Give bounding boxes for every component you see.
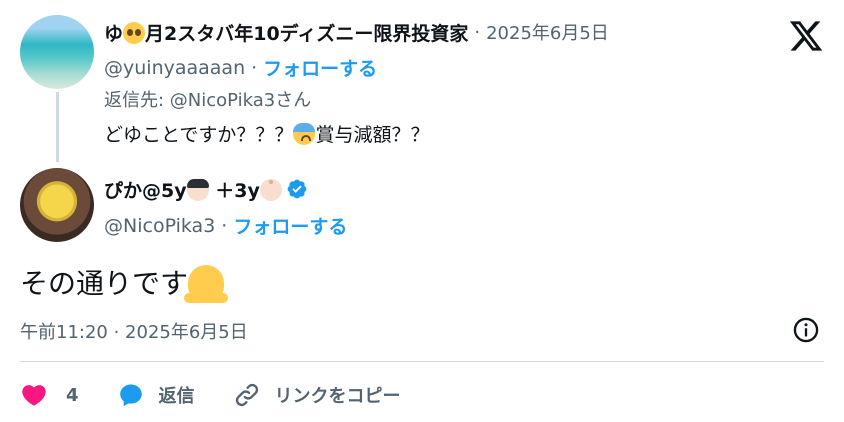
like-button[interactable]: 4 xyxy=(20,381,79,409)
separator-dot: · xyxy=(474,21,481,43)
reply-to-label: 返信先: @NicoPika3さん xyxy=(104,90,312,111)
baby-face-icon xyxy=(259,178,282,201)
main-follow-button[interactable]: フォローする xyxy=(233,212,347,239)
pleading-face-icon xyxy=(123,21,146,44)
boy-face-icon xyxy=(186,178,209,201)
reply-author-header: ゆ月2スタバ年10ディズニー限界投資家 · 2025年6月5日 xyxy=(104,18,609,46)
melting-face-icon xyxy=(184,265,229,303)
reply-date[interactable]: 2025年6月5日 xyxy=(486,19,609,45)
reply-author-handle[interactable]: @yuinyaaaaan xyxy=(104,57,245,79)
heart-icon xyxy=(22,385,46,406)
copy-link-button[interactable]: リンクをコピー xyxy=(233,381,401,409)
verified-badge-icon[interactable] xyxy=(286,178,308,200)
reply-label: 返信 xyxy=(158,386,195,407)
tweet-timestamp[interactable]: 午前11:20 · 2025年6月5日 xyxy=(20,318,248,344)
main-author-name[interactable]: ぴか@5y ＋3y xyxy=(104,176,282,203)
x-logo-icon[interactable] xyxy=(788,18,824,54)
like-count: 4 xyxy=(66,384,79,406)
reply-author-name[interactable]: ゆ月2スタバ年10ディズニー限界投資家 xyxy=(104,19,468,46)
link-icon xyxy=(235,383,258,407)
reply-bubble-icon xyxy=(119,384,142,407)
main-author-avatar[interactable] xyxy=(20,168,94,242)
main-handle-row: @NicoPika3 · フォローする xyxy=(104,212,347,239)
info-icon[interactable] xyxy=(792,316,820,344)
reply-author-avatar[interactable] xyxy=(20,15,94,89)
main-author-handle[interactable]: @NicoPika3 xyxy=(104,215,215,237)
copy-link-label: リンクをコピー xyxy=(274,386,401,407)
reply-button[interactable]: 返信 xyxy=(117,381,195,409)
separator-dot: · xyxy=(221,214,228,237)
main-tweet-text: その通りです xyxy=(20,262,229,303)
action-divider xyxy=(20,361,824,362)
separator-dot: · xyxy=(251,56,258,79)
reply-tweet-text: どゆことですか？？？ 賞与減額？？ xyxy=(104,123,430,146)
reply-handle-row: @yuinyaaaaan · フォローする xyxy=(104,54,377,81)
action-bar: 4 返信 リンクをコピー xyxy=(20,378,439,412)
anxious-face-icon xyxy=(293,123,316,145)
thread-connector-line xyxy=(56,92,59,162)
main-author-header: ぴか@5y ＋3y xyxy=(104,175,308,203)
reply-follow-button[interactable]: フォローする xyxy=(263,54,377,81)
